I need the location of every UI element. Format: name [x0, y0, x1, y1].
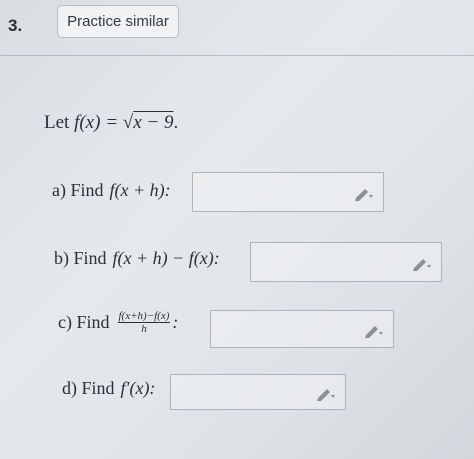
- part-a-label: a) Find: [52, 180, 104, 200]
- problem-suffix: .: [173, 112, 179, 133]
- answer-field-c[interactable]: [210, 310, 394, 348]
- function-lhs: f(x) =: [74, 112, 119, 133]
- fraction-numerator: f(x+h)−f(x): [117, 310, 171, 323]
- pencil-icon[interactable]: [411, 255, 433, 271]
- problem-prefix: Let: [44, 112, 70, 133]
- pencil-icon[interactable]: [315, 385, 337, 401]
- part-d-expression: f′(x):: [120, 378, 156, 398]
- radicand: x − 9: [133, 112, 174, 133]
- part-b: b) Find f(x + h) − f(x):: [54, 248, 220, 269]
- part-b-expression: f(x + h) − f(x):: [112, 248, 220, 268]
- answer-field-a[interactable]: [192, 172, 384, 212]
- part-d: d) Find f′(x):: [62, 378, 155, 399]
- practice-similar-button[interactable]: Practice similar: [57, 5, 179, 38]
- answer-field-d[interactable]: [170, 374, 346, 410]
- part-d-label: d) Find: [62, 378, 115, 398]
- part-c: c) Find f(x+h)−f(x) h :: [58, 310, 178, 335]
- header-divider: [0, 55, 474, 56]
- part-a-expression: f(x + h):: [109, 180, 171, 200]
- pencil-icon[interactable]: [363, 322, 385, 338]
- part-c-suffix: :: [172, 312, 179, 332]
- question-header: 3. Practice similar: [0, 0, 474, 56]
- part-c-label: c) Find: [58, 312, 110, 332]
- question-number: 3.: [8, 16, 23, 35]
- sqrt-symbol: √: [122, 112, 134, 133]
- fraction-denominator: h: [141, 323, 147, 335]
- part-b-label: b) Find: [54, 248, 107, 268]
- pencil-icon[interactable]: [353, 185, 375, 201]
- part-a: a) Find f(x + h):: [52, 180, 171, 201]
- part-c-fraction: f(x+h)−f(x) h: [117, 310, 171, 335]
- answer-field-b[interactable]: [250, 242, 442, 282]
- problem-statement: Let f(x) = √x − 9.: [44, 112, 178, 134]
